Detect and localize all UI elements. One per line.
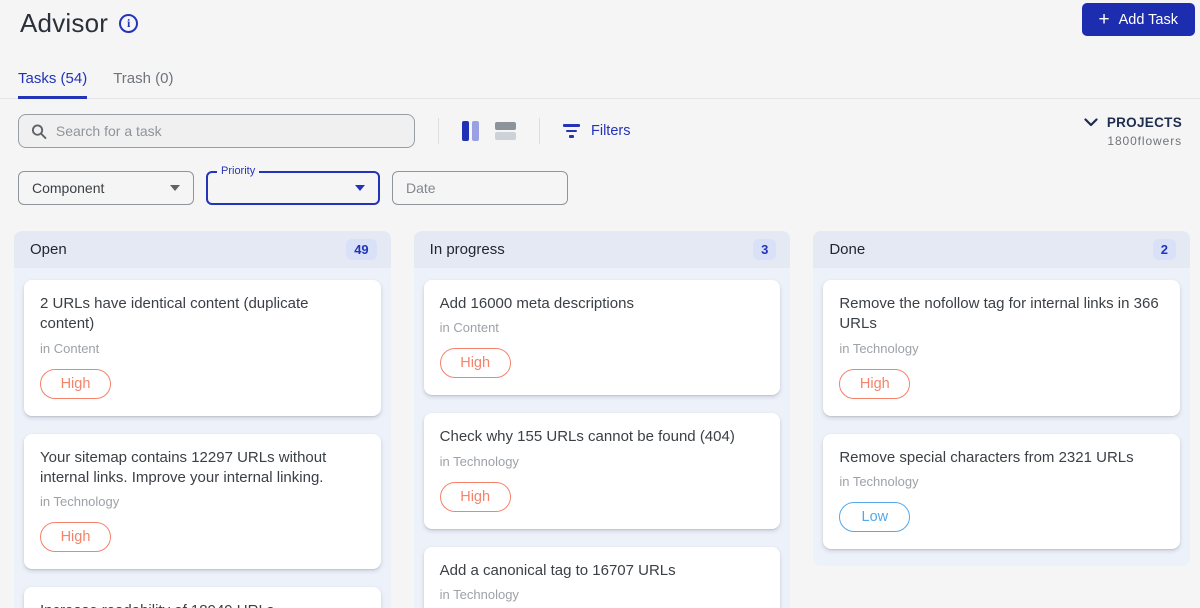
priority-filter-label: Priority xyxy=(217,165,260,177)
filter-row: Component Priority Date xyxy=(18,165,1182,205)
priority-filter[interactable]: Priority xyxy=(206,165,380,205)
project-name: 1800flowers xyxy=(1107,133,1182,148)
task-card[interactable]: Remove the nofollow tag for internal lin… xyxy=(823,280,1180,416)
column-title: Done xyxy=(829,241,866,258)
list-view-icon[interactable] xyxy=(495,122,516,140)
divider xyxy=(438,118,439,144)
task-card[interactable]: Add 16000 meta descriptions in Content H… xyxy=(423,280,781,396)
projects-selector: PROJECTS 1800flowers xyxy=(1084,115,1182,148)
component-filter-label: Component xyxy=(32,180,105,196)
component-filter[interactable]: Component xyxy=(18,171,194,205)
projects-label: PROJECTS xyxy=(1106,114,1182,130)
divider xyxy=(539,118,540,144)
task-category: in Content xyxy=(40,340,100,356)
kanban-view-icon[interactable] xyxy=(462,121,479,141)
task-card[interactable]: 2 URLs have identical content (duplicate… xyxy=(24,280,381,416)
priority-badge: High xyxy=(439,481,511,512)
task-category: in Technology xyxy=(839,473,919,489)
column-header: Open 49 xyxy=(14,231,391,268)
view-toggle xyxy=(462,121,516,141)
column-body: 2 URLs have identical content (duplicate… xyxy=(14,268,391,608)
projects-dropdown[interactable]: PROJECTS xyxy=(1084,115,1182,130)
task-card[interactable]: Check why 155 URLs cannot be found (404)… xyxy=(423,413,781,529)
page-header: Advisor i + Add Task xyxy=(0,0,1200,39)
task-card[interactable]: Remove special characters from 2321 URLs… xyxy=(823,433,1180,549)
chevron-down-icon xyxy=(1084,117,1098,126)
tab-tasks[interactable]: Tasks (54) xyxy=(18,70,88,99)
task-category: in Technology xyxy=(439,586,519,602)
task-category: in Technology xyxy=(40,494,120,509)
priority-badge: High xyxy=(839,368,911,399)
filters-button[interactable]: Filters xyxy=(563,123,630,139)
page-title: Advisor i xyxy=(20,8,1200,39)
task-category: in Technology xyxy=(839,340,919,356)
tab-bar: Tasks (54) Trash (0) xyxy=(0,70,1200,99)
task-card[interactable]: Increase readability of 18949 URLs in Co… xyxy=(24,587,381,608)
task-title: Add 16000 meta descriptions xyxy=(439,295,634,312)
task-title: Your sitemap contains 12297 URLs without… xyxy=(40,448,327,486)
column-body: Remove the nofollow tag for internal lin… xyxy=(813,268,1190,566)
date-filter-label: Date xyxy=(406,180,436,196)
filter-icon xyxy=(563,124,580,138)
task-title: 2 URLs have identical content (duplicate… xyxy=(40,295,309,333)
column-count-badge: 49 xyxy=(346,239,377,260)
search-icon xyxy=(31,124,47,139)
board-column: Done 2 Remove the nofollow tag for inter… xyxy=(813,231,1190,566)
task-title: Increase readability of 18949 URLs xyxy=(40,601,365,608)
date-filter[interactable]: Date xyxy=(392,171,568,205)
task-category: in Content xyxy=(439,320,499,336)
search-input[interactable] xyxy=(55,123,402,139)
add-task-button[interactable]: + Add Task xyxy=(1081,3,1195,36)
task-title: Remove special characters from 2321 URLs xyxy=(839,448,1134,466)
column-count-badge: 2 xyxy=(1152,239,1176,260)
task-card[interactable]: Add a canonical tag to 16707 URLs in Tec… xyxy=(423,546,781,608)
info-icon[interactable]: i xyxy=(119,14,139,33)
column-header: Done 2 xyxy=(813,231,1190,268)
page-title-text: Advisor xyxy=(20,8,109,38)
toolbar: Filters PROJECTS 1800flowers xyxy=(0,99,1200,148)
tab-trash[interactable]: Trash (0) xyxy=(113,70,173,99)
priority-badge: High xyxy=(439,348,511,379)
task-title: Remove the nofollow tag for internal lin… xyxy=(839,295,1159,333)
priority-badge: Low xyxy=(839,501,911,532)
column-header: In progress 3 xyxy=(413,231,791,268)
caret-down-icon xyxy=(355,185,365,191)
column-title: In progress xyxy=(429,241,505,258)
task-card[interactable]: Your sitemap contains 12297 URLs without… xyxy=(24,433,381,569)
column-body: Add 16000 meta descriptions in Content H… xyxy=(414,268,791,608)
caret-down-icon xyxy=(170,185,180,191)
filters-label: Filters xyxy=(591,123,631,139)
search-box[interactable] xyxy=(18,114,415,148)
task-title: Add a canonical tag to 16707 URLs xyxy=(439,561,676,579)
add-task-label: Add Task xyxy=(1118,11,1178,28)
board: Open 49 2 URLs have identical content (d… xyxy=(14,231,1190,608)
plus-icon: + xyxy=(1098,9,1110,30)
board-column: In progress 3 Add 16000 meta description… xyxy=(413,231,791,608)
column-title: Open xyxy=(30,241,67,258)
column-count-badge: 3 xyxy=(753,239,777,260)
priority-badge: High xyxy=(40,368,111,399)
task-title: Check why 155 URLs cannot be found (404) xyxy=(439,428,735,446)
task-category: in Technology xyxy=(439,453,519,469)
board-column: Open 49 2 URLs have identical content (d… xyxy=(14,231,391,608)
priority-badge: High xyxy=(40,522,111,552)
